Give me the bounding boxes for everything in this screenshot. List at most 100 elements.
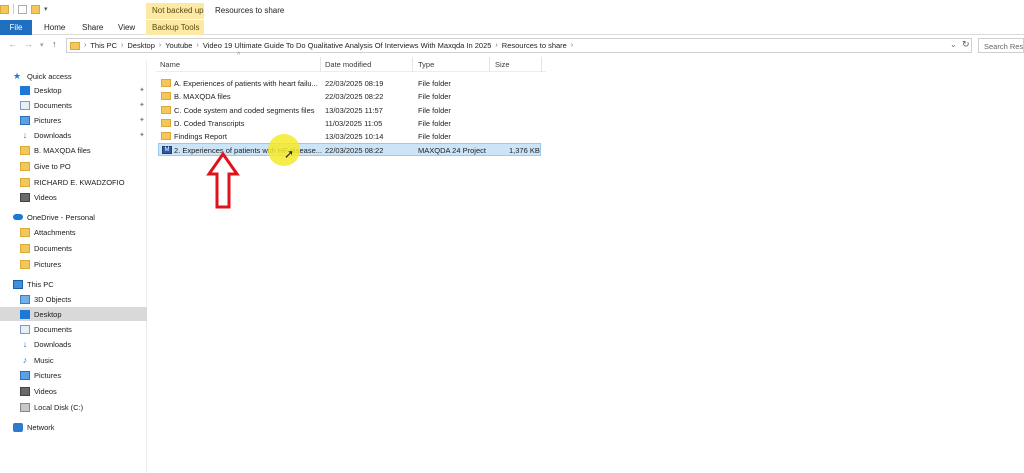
- column-headers: Name Date modified Type Size: [156, 57, 546, 72]
- nav-qa-maxqda-files[interactable]: B. MAXQDA files: [0, 143, 147, 157]
- pin-icon[interactable]: ✦: [139, 101, 145, 109]
- column-divider[interactable]: [489, 57, 490, 72]
- pin-icon[interactable]: ✦: [139, 86, 145, 94]
- nav-label: RICHARD E. KWADZOFIO: [34, 177, 125, 187]
- properties-icon[interactable]: [18, 4, 27, 14]
- nav-label: Give to PO: [34, 161, 71, 171]
- file-date: 22/03/2025 08:22: [325, 92, 384, 101]
- desktop-icon: [20, 309, 30, 319]
- nav-label: Attachments: [34, 227, 76, 237]
- mouse-pointer-icon: ➚: [284, 147, 295, 161]
- nav-pc-videos[interactable]: Videos: [0, 384, 147, 398]
- chevron-right-icon[interactable]: ›: [196, 42, 198, 49]
- download-icon: ↓: [22, 338, 28, 349]
- file-row[interactable]: B. MAXQDA files 22/03/2025 08:22 File fo…: [158, 90, 541, 103]
- file-type: File folder: [418, 106, 451, 115]
- file-name: Findings Report: [174, 132, 227, 141]
- nav-qa-pictures[interactable]: Pictures ✦: [0, 113, 147, 127]
- nav-qa-videos[interactable]: Videos: [0, 190, 147, 204]
- nav-pc-music[interactable]: ♪ Music: [0, 353, 147, 367]
- folder-icon: [161, 119, 171, 127]
- column-divider[interactable]: [320, 57, 321, 72]
- nav-pc-documents[interactable]: Documents: [0, 322, 147, 336]
- file-row[interactable]: D. Coded Transcripts 11/03/2025 11:05 Fi…: [158, 117, 541, 130]
- nav-od-documents[interactable]: Documents: [0, 241, 147, 255]
- network-icon: [13, 422, 23, 432]
- chevron-right-icon[interactable]: ›: [121, 42, 123, 49]
- tab-home[interactable]: Home: [44, 20, 65, 35]
- refresh-icon[interactable]: ↻: [962, 39, 970, 50]
- file-date: 13/03/2025 11:57: [325, 106, 383, 115]
- nav-pc-3d-objects[interactable]: 3D Objects: [0, 292, 147, 306]
- nav-quick-access[interactable]: ★ Quick access: [0, 69, 147, 83]
- column-header-type[interactable]: Type: [418, 60, 434, 69]
- nav-pc-downloads[interactable]: ↓ Downloads: [0, 337, 147, 351]
- search-input[interactable]: Search Reso: [978, 38, 1024, 53]
- nav-qa-downloads[interactable]: ↓ Downloads ✦: [0, 128, 147, 142]
- breadcrumb-youtube[interactable]: Youtube: [165, 41, 192, 50]
- nav-label: This PC: [27, 279, 54, 289]
- nav-qa-richard[interactable]: RICHARD E. KWADZOFIO: [0, 175, 147, 189]
- breadcrumb-video-folder[interactable]: Video 19 Ultimate Guide To Do Qualitativ…: [203, 41, 492, 50]
- file-row[interactable]: Findings Report 13/03/2025 10:14 File fo…: [158, 130, 541, 143]
- new-folder-icon[interactable]: [31, 4, 40, 14]
- tab-file[interactable]: File: [0, 20, 32, 35]
- navigation-pane: ★ Quick access Desktop ✦ Documents ✦ Pic…: [0, 60, 147, 473]
- nav-od-attachments[interactable]: Attachments: [0, 225, 147, 239]
- file-date: 22/03/2025 08:22: [325, 146, 384, 155]
- pin-icon[interactable]: ✦: [139, 131, 145, 139]
- column-header-name[interactable]: Name: [160, 60, 180, 69]
- pin-icon[interactable]: ✦: [139, 116, 145, 124]
- column-header-date[interactable]: Date modified: [325, 60, 371, 69]
- nav-label: Quick access: [27, 71, 72, 81]
- chevron-right-icon[interactable]: ›: [495, 42, 497, 49]
- nav-qa-give-to-po[interactable]: Give to PO: [0, 159, 147, 173]
- file-date: 22/03/2025 08:19: [325, 79, 384, 88]
- nav-od-pictures[interactable]: Pictures: [0, 257, 147, 271]
- column-divider[interactable]: [541, 57, 542, 72]
- chevron-right-icon[interactable]: ›: [84, 42, 86, 49]
- chevron-down-icon[interactable]: ▾: [44, 5, 53, 14]
- nav-onedrive[interactable]: OneDrive - Personal: [0, 210, 147, 224]
- chevron-down-icon[interactable]: ⌄: [950, 40, 957, 49]
- file-name: B. MAXQDA files: [174, 92, 231, 101]
- chevron-right-icon[interactable]: ›: [159, 42, 161, 49]
- nav-label: Documents: [34, 324, 72, 334]
- nav-pc-desktop[interactable]: Desktop: [0, 307, 147, 321]
- red-up-arrow-icon: [206, 152, 240, 209]
- nav-qa-documents[interactable]: Documents ✦: [0, 98, 147, 112]
- nav-label: Music: [34, 355, 54, 365]
- forward-arrow-icon[interactable]: →: [24, 39, 33, 49]
- folder-icon: [161, 132, 171, 140]
- chevron-right-icon[interactable]: ›: [571, 42, 573, 49]
- nav-this-pc[interactable]: This PC: [0, 277, 147, 291]
- nav-label: B. MAXQDA files: [34, 145, 91, 155]
- file-row[interactable]: A. Experiences of patients with heart fa…: [158, 77, 541, 90]
- folder-icon: [161, 92, 171, 100]
- breadcrumb-resources[interactable]: Resources to share: [502, 41, 567, 50]
- window-title: Resources to share: [215, 6, 285, 15]
- column-divider[interactable]: [412, 57, 413, 72]
- nav-pc-pictures[interactable]: Pictures: [0, 368, 147, 382]
- nav-qa-desktop[interactable]: Desktop ✦: [0, 83, 147, 97]
- recent-locations-icon[interactable]: ▾: [40, 41, 44, 49]
- address-bar[interactable]: › This PC › Desktop › Youtube › Video 19…: [66, 38, 972, 53]
- back-arrow-icon[interactable]: ←: [8, 39, 17, 49]
- breadcrumb-desktop[interactable]: Desktop: [127, 41, 155, 50]
- nav-label: Downloads: [34, 130, 72, 140]
- up-arrow-icon[interactable]: ↑: [52, 39, 57, 49]
- tab-share[interactable]: Share: [82, 20, 103, 35]
- tab-backup-tools[interactable]: Backup Tools: [146, 20, 204, 35]
- nav-label: 3D Objects: [34, 294, 72, 304]
- file-row[interactable]: C. Code system and coded segments files …: [158, 104, 541, 117]
- folder-icon: [0, 4, 9, 14]
- tab-view[interactable]: View: [118, 20, 135, 35]
- nav-network[interactable]: Network: [0, 420, 147, 434]
- videos-icon: [20, 386, 30, 396]
- nav-label: Local Disk (C:): [34, 402, 84, 412]
- nav-label: Pictures: [34, 259, 62, 269]
- breadcrumb-this-pc[interactable]: This PC: [90, 41, 117, 50]
- divider: [13, 4, 14, 14]
- column-header-size[interactable]: Size: [495, 60, 510, 69]
- nav-pc-local-disk[interactable]: Local Disk (C:): [0, 400, 147, 414]
